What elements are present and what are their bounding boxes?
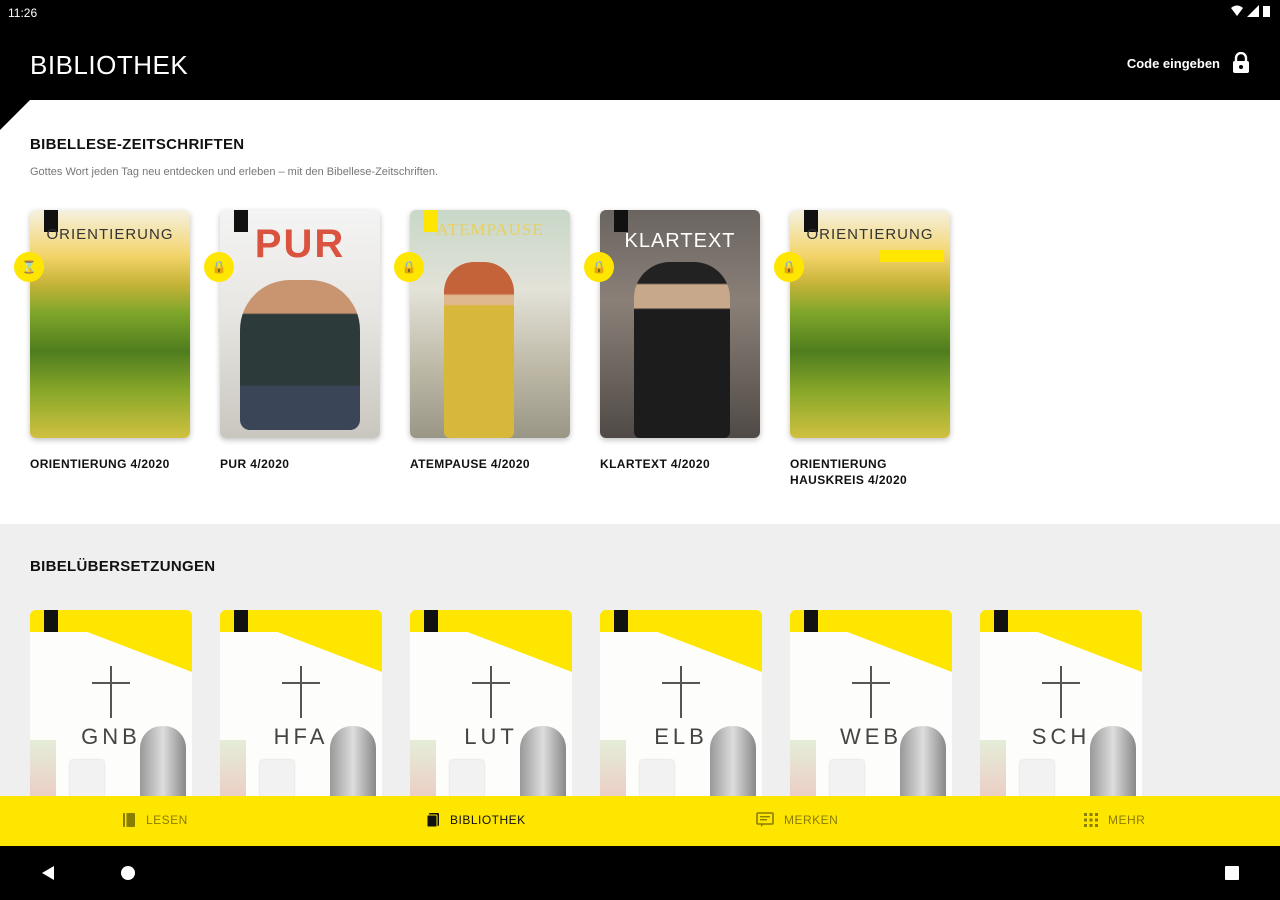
page-title: BIBLIOTHEK <box>30 50 189 80</box>
magazines-section: BIBELLESE-ZEITSCHRIFTEN Gottes Wort jede… <box>0 100 1280 524</box>
code-entry-button[interactable]: Code eingeben <box>1127 52 1250 74</box>
magazine-card[interactable]: ORIENTIERUNG ⌛ ORIENTIERUNG 4/2020 <box>14 210 192 472</box>
status-time: 11:26 <box>8 6 38 20</box>
translation-code: ELB <box>654 724 708 749</box>
magazines-title: BIBELLESE-ZEITSCHRIFTEN <box>30 136 245 153</box>
cover-title: ORIENTIERUNG <box>46 226 174 243</box>
appbar-notch <box>0 100 30 130</box>
magazine-label: ATEMPAUSE 4/2020 <box>410 457 530 471</box>
magazine-cover: ORIENTIERUNG <box>30 210 190 438</box>
translation-code: SCH <box>1031 724 1091 749</box>
translation-cover: LUT <box>410 610 572 796</box>
library-icon <box>426 813 439 828</box>
translation-card[interactable]: GNB <box>30 610 192 796</box>
cross-icon <box>1060 666 1062 718</box>
magazine-card[interactable]: KLARTEXT 🔒 KLARTEXT 4/2020 <box>584 210 762 472</box>
magazine-label: KLARTEXT 4/2020 <box>600 457 711 471</box>
status-bar: 11:26 <box>0 0 1280 26</box>
hourglass-icon: ⌛ <box>14 252 44 282</box>
wifi-icon <box>1231 5 1243 16</box>
library-content[interactable]: BIBELLESE-ZEITSCHRIFTEN Gottes Wort jede… <box>0 100 1280 796</box>
nav-label: MEHR <box>1108 813 1146 827</box>
cover-title: PUR <box>254 222 346 266</box>
publisher-mark <box>614 210 628 232</box>
code-entry-label: Code eingeben <box>1126 55 1220 71</box>
app-bar: BIBLIOTHEK Code eingeben <box>0 26 1280 102</box>
book-icon <box>123 813 135 827</box>
cross-icon <box>680 666 682 718</box>
nav-mehr[interactable]: MEHR <box>1084 812 1145 828</box>
nav-lesen[interactable]: LESEN <box>122 812 188 828</box>
translation-cover: HFA <box>220 610 382 796</box>
cross-icon <box>870 666 872 718</box>
translation-card[interactable]: LUT <box>410 610 572 796</box>
magazine-label: PUR 4/2020 <box>220 457 290 471</box>
grid-icon <box>1084 813 1098 827</box>
translation-card[interactable]: HFA <box>220 610 382 796</box>
lock-icon: 🔒 <box>584 252 614 282</box>
magazine-cover: ATEMPAUSE <box>410 210 570 438</box>
cover-title: ATEMPAUSE <box>436 220 544 239</box>
lock-icon: 🔒 <box>774 252 804 282</box>
magazine-cover: PUR <box>220 210 380 438</box>
nav-bibliothek[interactable]: BIBLIOTHEK <box>426 812 526 828</box>
home-icon[interactable] <box>120 865 136 881</box>
battery-icon <box>1263 6 1270 17</box>
nav-label: BIBLIOTHEK <box>450 813 526 827</box>
magazine-card[interactable]: PUR 🔒 PUR 4/2020 <box>204 210 382 472</box>
translation-card[interactable]: ELB <box>600 610 762 796</box>
magazine-card[interactable]: ORIENTIERUNG 🔒 ORIENTIERUNG HAUSKREIS 4/… <box>774 210 952 488</box>
nav-merken[interactable]: MERKEN <box>756 812 838 828</box>
bottom-navigation: LESEN BIBLIOTHEK MERKEN MEHR <box>0 796 1280 846</box>
lock-icon: 🔒 <box>394 252 424 282</box>
cross-icon <box>490 666 492 718</box>
translation-code: GNB <box>81 724 141 749</box>
hauskreis-tag <box>880 250 944 262</box>
translation-cover: WEB <box>790 610 952 796</box>
signal-icon <box>1247 5 1259 17</box>
person-figure <box>634 262 730 438</box>
magazine-label: ORIENTIERUNG HAUSKREIS 4/2020 <box>790 457 908 487</box>
translation-cover: ELB <box>600 610 762 796</box>
magazine-cover: KLARTEXT <box>600 210 760 438</box>
status-icons <box>1231 5 1270 17</box>
cross-icon <box>300 666 302 718</box>
translations-title: BIBELÜBERSETZUNGEN <box>30 558 216 575</box>
magazine-label: ORIENTIERUNG 4/2020 <box>30 457 170 471</box>
translation-code: WEB <box>839 724 903 749</box>
person-figure <box>444 262 514 438</box>
magazines-subtitle: Gottes Wort jeden Tag neu entdecken und … <box>30 166 439 178</box>
recents-icon[interactable] <box>1224 865 1240 881</box>
bookmark-icon <box>756 812 774 827</box>
translation-cover: GNB <box>30 610 192 796</box>
magazine-cover: ORIENTIERUNG <box>790 210 950 438</box>
lock-icon: 🔒 <box>204 252 234 282</box>
translation-card[interactable]: SCH <box>980 610 1142 796</box>
translation-code: HFA <box>273 724 329 749</box>
cross-icon <box>110 666 112 718</box>
nav-label: LESEN <box>146 813 188 827</box>
cover-title: ORIENTIERUNG <box>806 226 934 243</box>
person-figure <box>240 280 360 430</box>
back-icon[interactable] <box>40 865 56 881</box>
cover-title: KLARTEXT <box>624 230 736 252</box>
translation-cover: SCH <box>980 610 1142 796</box>
system-navigation-bar <box>0 846 1280 900</box>
nav-label: MERKEN <box>784 813 839 827</box>
translation-card[interactable]: WEB <box>790 610 952 796</box>
magazine-card[interactable]: ATEMPAUSE 🔒 ATEMPAUSE 4/2020 <box>394 210 572 472</box>
translations-section: BIBELÜBERSETZUNGEN GNB HFA LUT ELB WEB S… <box>0 524 1280 796</box>
lock-icon <box>1233 52 1249 73</box>
translation-code: LUT <box>464 724 518 749</box>
